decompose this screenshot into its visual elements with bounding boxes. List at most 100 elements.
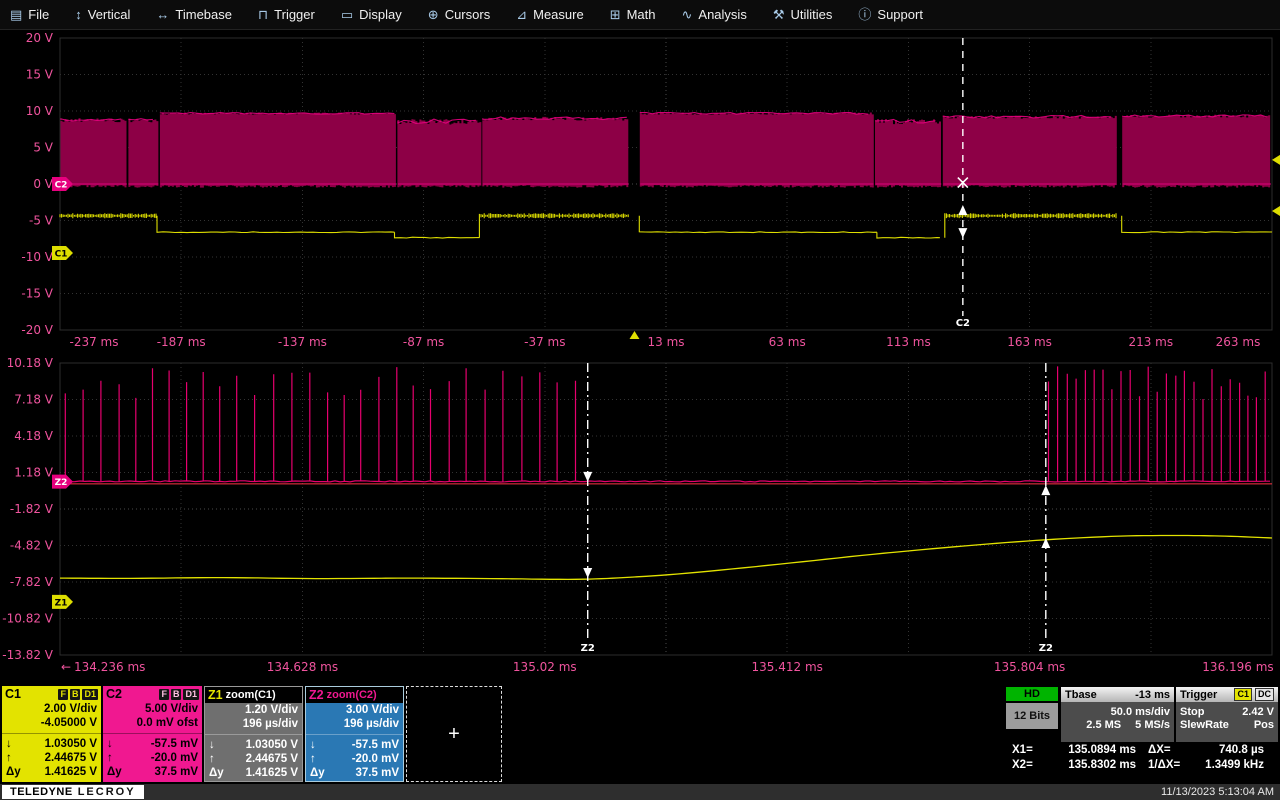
cursor-low-icon: ↓ [107,737,113,751]
offset-value: -4.05000 V [2,716,101,730]
waveform-icon: ∿ [682,8,693,21]
menu-item-math[interactable]: ⊞Math [610,7,656,22]
zoom-descriptor-z1[interactable]: Z1 zoom(C1) 1.20 V/div 196 µs/div ↓1.030… [204,686,303,782]
delta-y-label: Δy [310,766,325,780]
timebase-offset: -13 ms [1135,689,1170,701]
trigger-level-marker[interactable] [1272,155,1280,165]
x-axis-tick: 13 ms [647,335,684,349]
brand-teledyne: TELEDYNE [10,786,73,798]
cursor-low-value: -57.5 mV [352,738,399,752]
y-axis-tick: 10.18 V [7,356,54,370]
channel-tag-c1[interactable]: C1 [52,246,73,260]
y-axis-tick: -7.82 V [10,575,54,589]
cursor-arrow-down-marker [583,472,592,482]
trigger-label: Trigger [1180,689,1217,701]
channel-badges: F B D1 [58,689,98,700]
x-axis-tick: 135.412 ms [752,660,823,674]
cursor-high-value: -20.0 mV [151,751,198,765]
monitor-icon: ▭ [341,8,353,21]
cursor-low-icon: ↓ [6,737,12,751]
zoom-source: zoom(C2) [327,689,377,701]
cursor-arrow-up-marker [1041,485,1050,495]
svg-text:C2: C2 [55,181,68,191]
x-axis-tick: 63 ms [769,335,806,349]
channel-descriptor-c1[interactable]: C1 F B D1 2.00 V/div -4.05000 V ↓1.03050… [2,686,101,782]
pulse-icon: ⊓ [258,8,268,21]
menu-item-label: Display [359,7,402,22]
cursor-arrow-down-marker [583,568,592,578]
triangle-ruler-icon: ⊿ [516,8,527,21]
zoom-source: zoom(C1) [226,689,276,701]
dx-value: 740.8 µs [1188,744,1264,756]
menu-item-label: Analysis [698,7,746,22]
y-axis-tick: 4.18 V [14,429,54,443]
cursor-high-icon: ↑ [6,751,12,765]
trigger-time-marker[interactable] [629,331,639,339]
menu-item-support[interactable]: ⓘSupport [858,7,923,22]
time-per-div: 196 µs/div [205,717,302,731]
cursor-readout: X1= 135.0894 ms ΔX= 740.8 µs X2= 135.830… [1012,742,1264,772]
x-axis-tick: -237 ms [70,335,119,349]
volts-per-div: 3.00 V/div [306,703,403,717]
y-axis-tick: 15 V [26,68,54,82]
y-axis-tick: -10 V [21,250,53,264]
cursor-arrow-up-marker [958,205,967,215]
channel-tag-z2[interactable]: Z2 [52,475,73,489]
menu-item-file[interactable]: ▤File [10,7,49,22]
svg-text:C1: C1 [55,249,68,259]
delta-y-label: Δy [107,765,122,779]
x2-label: X2= [1012,759,1048,771]
menu-item-timebase[interactable]: ↔Timebase [156,7,232,22]
x-axis-tick: 163 ms [1007,335,1052,349]
badge-d1: D1 [82,689,98,700]
volts-per-div: 2.00 V/div [2,702,101,716]
offset-value: 0.0 mV ofst [103,716,202,730]
x-axis-tick: -137 ms [278,335,327,349]
y-axis-tick: -10.82 V [2,612,53,626]
cursor-low-value: -57.5 mV [151,737,198,751]
channel-descriptor-c2[interactable]: C2 F B D1 5.00 V/div 0.0 mV ofst ↓-57.5 … [103,686,202,782]
channel-badges: F B D1 [159,689,199,700]
info-icon: ⓘ [858,8,871,21]
delta-y-value: 1.41625 V [246,766,298,780]
crosshair-icon: ⊕ [428,8,439,21]
trigger-level-marker[interactable] [1272,206,1280,216]
menu-item-cursors[interactable]: ⊕ Cursors [428,7,490,22]
volts-per-div: 1.20 V/div [205,703,302,717]
cursor-high-value: 2.44675 V [246,752,298,766]
trigger-type: SlewRate [1180,719,1229,732]
menu-item-label: Math [627,7,656,22]
svg-text:Z1: Z1 [55,598,68,608]
y-axis-tick: 0 V [33,177,53,191]
menu-item-label: Measure [533,7,584,22]
x-axis-tick: 136.196 ms [1202,660,1273,674]
cursor-values: ↓1.03050 V ↑2.44675 V Δy1.41625 V [2,733,101,779]
empty-descriptor-slot[interactable]: + [406,686,502,782]
badge-b: B [70,689,81,700]
trace-c2 [62,113,1270,188]
timebase-summary[interactable]: Tbase -13 ms 50.0 ms/div 2.5 MS 5 MS/s [1061,687,1174,742]
delta-y-value: 37.5 mV [356,766,399,780]
menu-item-label: Cursors [445,7,491,22]
menu-item-utilities[interactable]: ⚒Utilities [773,7,833,22]
cursor-values: ↓1.03050 V ↑2.44675 V Δy1.41625 V [205,734,302,780]
plus-icon: + [448,723,460,746]
badge-d1: D1 [183,689,199,700]
menu-item-vertical[interactable]: ↕Vertical [75,7,130,22]
trigger-summary[interactable]: Trigger C1 DC Stop 2.42 V SlewRate Pos [1176,687,1278,742]
adc-bits-badge: 12 Bits [1006,703,1058,729]
time-per-div: 196 µs/div [306,717,403,731]
menu-item-label: Utilities [790,7,832,22]
menu-item-trigger[interactable]: ⊓Trigger [258,7,315,22]
x-axis-tick: -37 ms [524,335,565,349]
document-icon: ▤ [10,8,22,21]
menu-item-measure[interactable]: ⊿ Measure [516,7,583,22]
channel-tag-z1[interactable]: Z1 [52,595,73,609]
main-grid: 20 V15 V10 V5 V0 V-5 V-10 V-15 V-20 V-23… [21,31,1280,349]
trace-z2 [60,366,1270,482]
menu-item-display[interactable]: ▭ Display [341,7,402,22]
status-bar: TELEDYNE LECROY 11/13/2023 5:13:04 AM [0,784,1280,800]
waveform-display[interactable]: 20 V15 V10 V5 V0 V-5 V-10 V-15 V-20 V-23… [0,0,1280,800]
menu-item-analysis[interactable]: ∿ Analysis [682,7,747,22]
zoom-descriptor-z2[interactable]: Z2 zoom(C2) 3.00 V/div 196 µs/div ↓-57.5… [305,686,404,782]
